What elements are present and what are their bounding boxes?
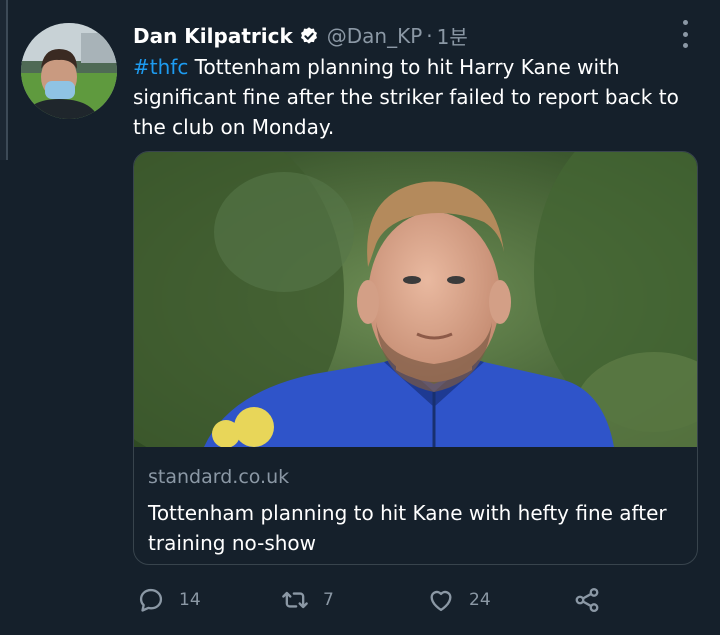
separator-dot: · — [426, 23, 433, 48]
tweet-body: #thfc Tottenham planning to hit Harry Ka… — [133, 52, 698, 142]
link-domain: standard.co.uk — [148, 466, 290, 488]
hashtag-link[interactable]: #thfc — [133, 55, 188, 79]
share-icon — [575, 587, 599, 613]
like-icon — [430, 590, 452, 612]
reply-count: 14 — [179, 590, 201, 610]
like-count: 24 — [469, 590, 491, 610]
author-name[interactable]: Dan Kilpatrick — [133, 24, 293, 48]
share-button[interactable] — [573, 586, 601, 614]
link-preview-image — [134, 152, 697, 447]
more-options-icon[interactable] — [676, 20, 694, 48]
author-avatar[interactable] — [21, 23, 117, 119]
verified-badge-icon — [300, 26, 317, 44]
link-preview-card[interactable]: standard.co.uk Tottenham planning to hit… — [133, 151, 698, 565]
link-title: Tottenham planning to hit Kane with heft… — [148, 501, 667, 555]
reply-button[interactable]: 14 — [137, 586, 201, 614]
tweet-timestamp[interactable]: 1분 — [437, 21, 468, 50]
previous-panel-edge — [0, 0, 8, 160]
like-button[interactable]: 24 — [427, 586, 491, 614]
retweet-button[interactable]: 7 — [281, 586, 334, 614]
retweet-icon — [282, 591, 308, 609]
retweet-count: 7 — [323, 590, 334, 610]
author-handle[interactable]: @Dan_KP — [327, 24, 423, 48]
tweet-action-bar: 14 7 24 — [133, 586, 613, 618]
tweet-text: Tottenham planning to hit Harry Kane wit… — [133, 55, 679, 139]
reply-icon — [139, 588, 163, 612]
